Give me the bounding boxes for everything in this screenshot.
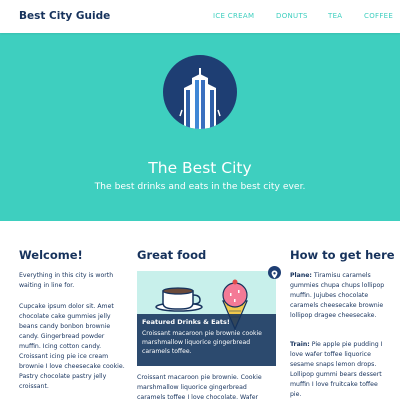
plane-directions: Plane: Tiramisu caramels gummies chupa c…	[290, 271, 390, 321]
featured-card-caption: Featured Drinks & Eats! Croissant macaro…	[137, 314, 276, 366]
navbar: Best City Guide ICE CREAM DONUTS TEA COF…	[0, 0, 400, 33]
nav-link-coffee[interactable]: COFFEE	[364, 12, 393, 20]
featured-card-text: Croissant macaroon pie brownie cookie ma…	[142, 330, 262, 355]
train-label: Train:	[290, 341, 310, 348]
train-text: Pie apple pie pudding I love wafer toffe…	[290, 341, 383, 398]
nav-link-donuts[interactable]: DONUTS	[276, 12, 308, 20]
hero-title: The Best City	[148, 159, 252, 177]
map-pin-icon[interactable]	[268, 266, 281, 279]
directions-heading: How to get here	[290, 248, 395, 262]
hero-banner: The Best City The best drinks and eats i…	[0, 33, 400, 221]
city-building-icon	[163, 55, 237, 129]
welcome-intro: Everything in this city is worth waiting…	[19, 272, 114, 289]
welcome-heading: Welcome!	[19, 248, 83, 262]
site-brand[interactable]: Best City Guide	[19, 10, 110, 22]
food-heading: Great food	[137, 248, 207, 262]
featured-card-title: Featured Drinks & Eats!	[142, 318, 230, 326]
plane-label: Plane:	[290, 272, 312, 279]
train-directions: Train: Pie apple pie pudding I love wafe…	[290, 340, 390, 400]
food-body: Croissant macaroon pie brownie. Cookie m…	[137, 374, 262, 400]
coffee-cup-icon	[155, 287, 203, 312]
nav-link-tea[interactable]: TEA	[328, 12, 342, 20]
plane-text: Tiramisu caramels gummies chupa chups lo…	[290, 272, 385, 319]
welcome-body: Cupcake ipsum dolor sit. Amet chocolate …	[19, 303, 125, 390]
hero-subtitle: The best drinks and eats in the best cit…	[94, 181, 306, 192]
nav-link-ice-cream[interactable]: ICE CREAM	[213, 12, 254, 20]
